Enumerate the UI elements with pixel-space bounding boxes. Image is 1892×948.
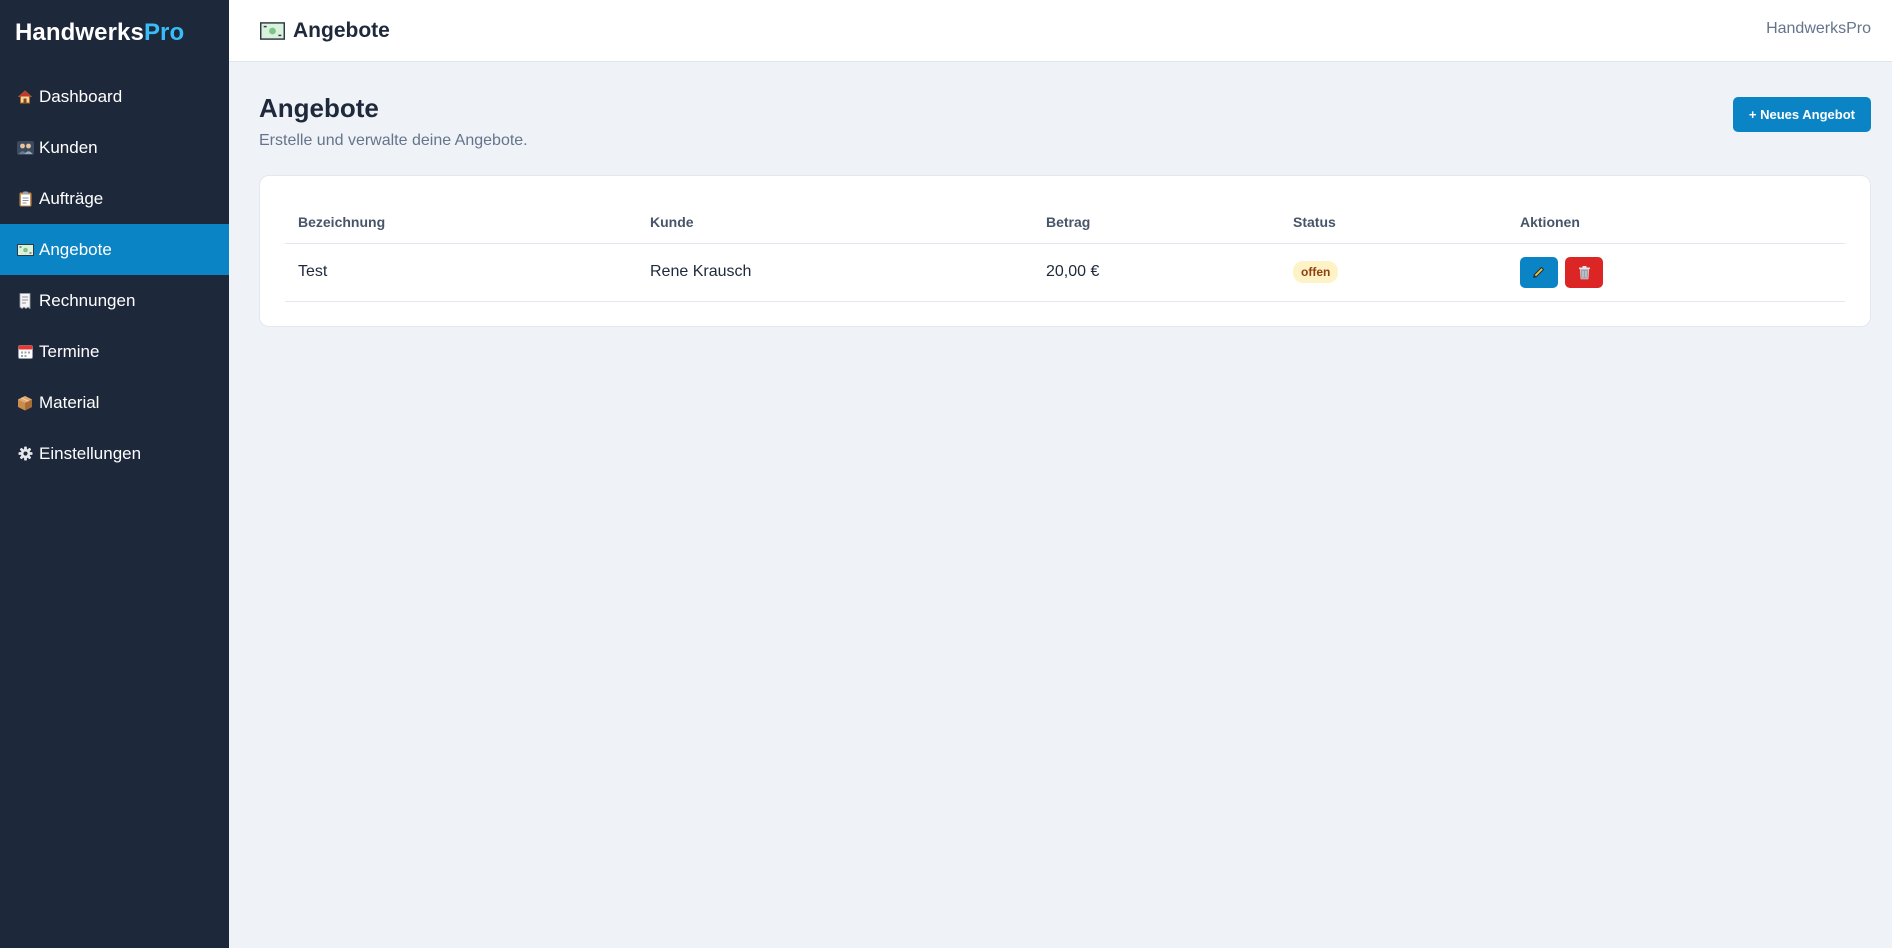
sidebar-item-termine[interactable]: Termine (0, 326, 229, 377)
row-actions (1520, 256, 1845, 288)
receipt-icon (15, 291, 35, 311)
sidebar-item-einstellungen[interactable]: Einstellungen (0, 428, 229, 479)
cell-bezeichnung: Test (285, 243, 637, 302)
sidebar-item-label: Kunden (39, 137, 98, 157)
money-icon (260, 21, 285, 40)
sidebar-item-label: Aufträge (39, 188, 104, 208)
sidebar-item-dashboard[interactable]: Dashboard (0, 71, 229, 122)
new-offer-button[interactable]: + Neues Angebot (1732, 97, 1871, 132)
edit-button[interactable] (1520, 256, 1558, 288)
sidebar-item-label: Termine (39, 341, 100, 361)
cell-betrag: 20,00 € (1033, 243, 1280, 302)
sidebar-item-label: Einstellungen (39, 443, 142, 463)
clipboard-icon (15, 189, 35, 209)
gear-icon (15, 444, 35, 464)
sidebar-nav: Dashboard Kunden Aufträge Angebote Rechn… (0, 71, 229, 479)
table-row[interactable]: Test Rene Krausch 20,00 € offen (285, 243, 1845, 302)
offers-table: Bezeichnung Kunde Betrag Status Aktionen… (285, 201, 1845, 302)
pencil-icon (1532, 265, 1546, 279)
column-header-aktionen: Aktionen (1507, 201, 1845, 244)
sidebar-item-label: Dashboard (39, 86, 123, 106)
main-area: Angebote HandwerksPro Angebote Erstelle … (229, 0, 1892, 948)
sidebar-item-angebote[interactable]: Angebote (0, 224, 229, 275)
offers-card: Bezeichnung Kunde Betrag Status Aktionen… (259, 175, 1871, 327)
page-header: Angebote Erstelle und verwalte deine Ang… (259, 93, 1871, 150)
people-icon (15, 138, 35, 158)
sidebar-item-label: Rechnungen (39, 290, 136, 310)
topbar-app-name: HandwerksPro (1766, 19, 1871, 37)
cell-aktionen (1507, 243, 1845, 302)
box-icon (15, 393, 35, 413)
cell-status: offen (1280, 243, 1507, 302)
column-header-bezeichnung: Bezeichnung (285, 201, 637, 244)
column-header-kunde: Kunde (637, 201, 1033, 244)
sidebar-item-auftraege[interactable]: Aufträge (0, 173, 229, 224)
topbar-heading: Angebote (260, 19, 390, 43)
delete-button[interactable] (1565, 256, 1603, 288)
sidebar-item-rechnungen[interactable]: Rechnungen (0, 275, 229, 326)
sidebar-item-label: Material (39, 392, 100, 412)
page-title: Angebote (259, 93, 379, 123)
sidebar-item-kunden[interactable]: Kunden (0, 122, 229, 173)
trash-icon (1578, 265, 1591, 280)
topbar: Angebote HandwerksPro (229, 0, 1892, 62)
page-content: Angebote Erstelle und verwalte deine Ang… (229, 62, 1892, 327)
column-header-status: Status (1280, 201, 1507, 244)
brand-name: Handwerks (15, 19, 144, 46)
sidebar-item-label: Angebote (39, 239, 112, 259)
topbar-title: Angebote (293, 18, 390, 42)
brand-logo[interactable]: HandwerksPro (0, 0, 229, 64)
sidebar-item-material[interactable]: Material (0, 377, 229, 428)
house-icon (15, 87, 35, 107)
page-subtitle: Erstelle und verwalte deine Angebote. (259, 132, 528, 149)
sidebar: HandwerksPro Dashboard Kunden Aufträge A… (0, 0, 229, 948)
cell-kunde: Rene Krausch (637, 243, 1033, 302)
money-icon (15, 240, 35, 260)
table-header-row: Bezeichnung Kunde Betrag Status Aktionen (285, 201, 1845, 244)
status-badge: offen (1293, 261, 1339, 283)
calendar-icon (15, 342, 35, 362)
brand-name-accent: Pro (143, 19, 185, 46)
column-header-betrag: Betrag (1033, 201, 1280, 244)
